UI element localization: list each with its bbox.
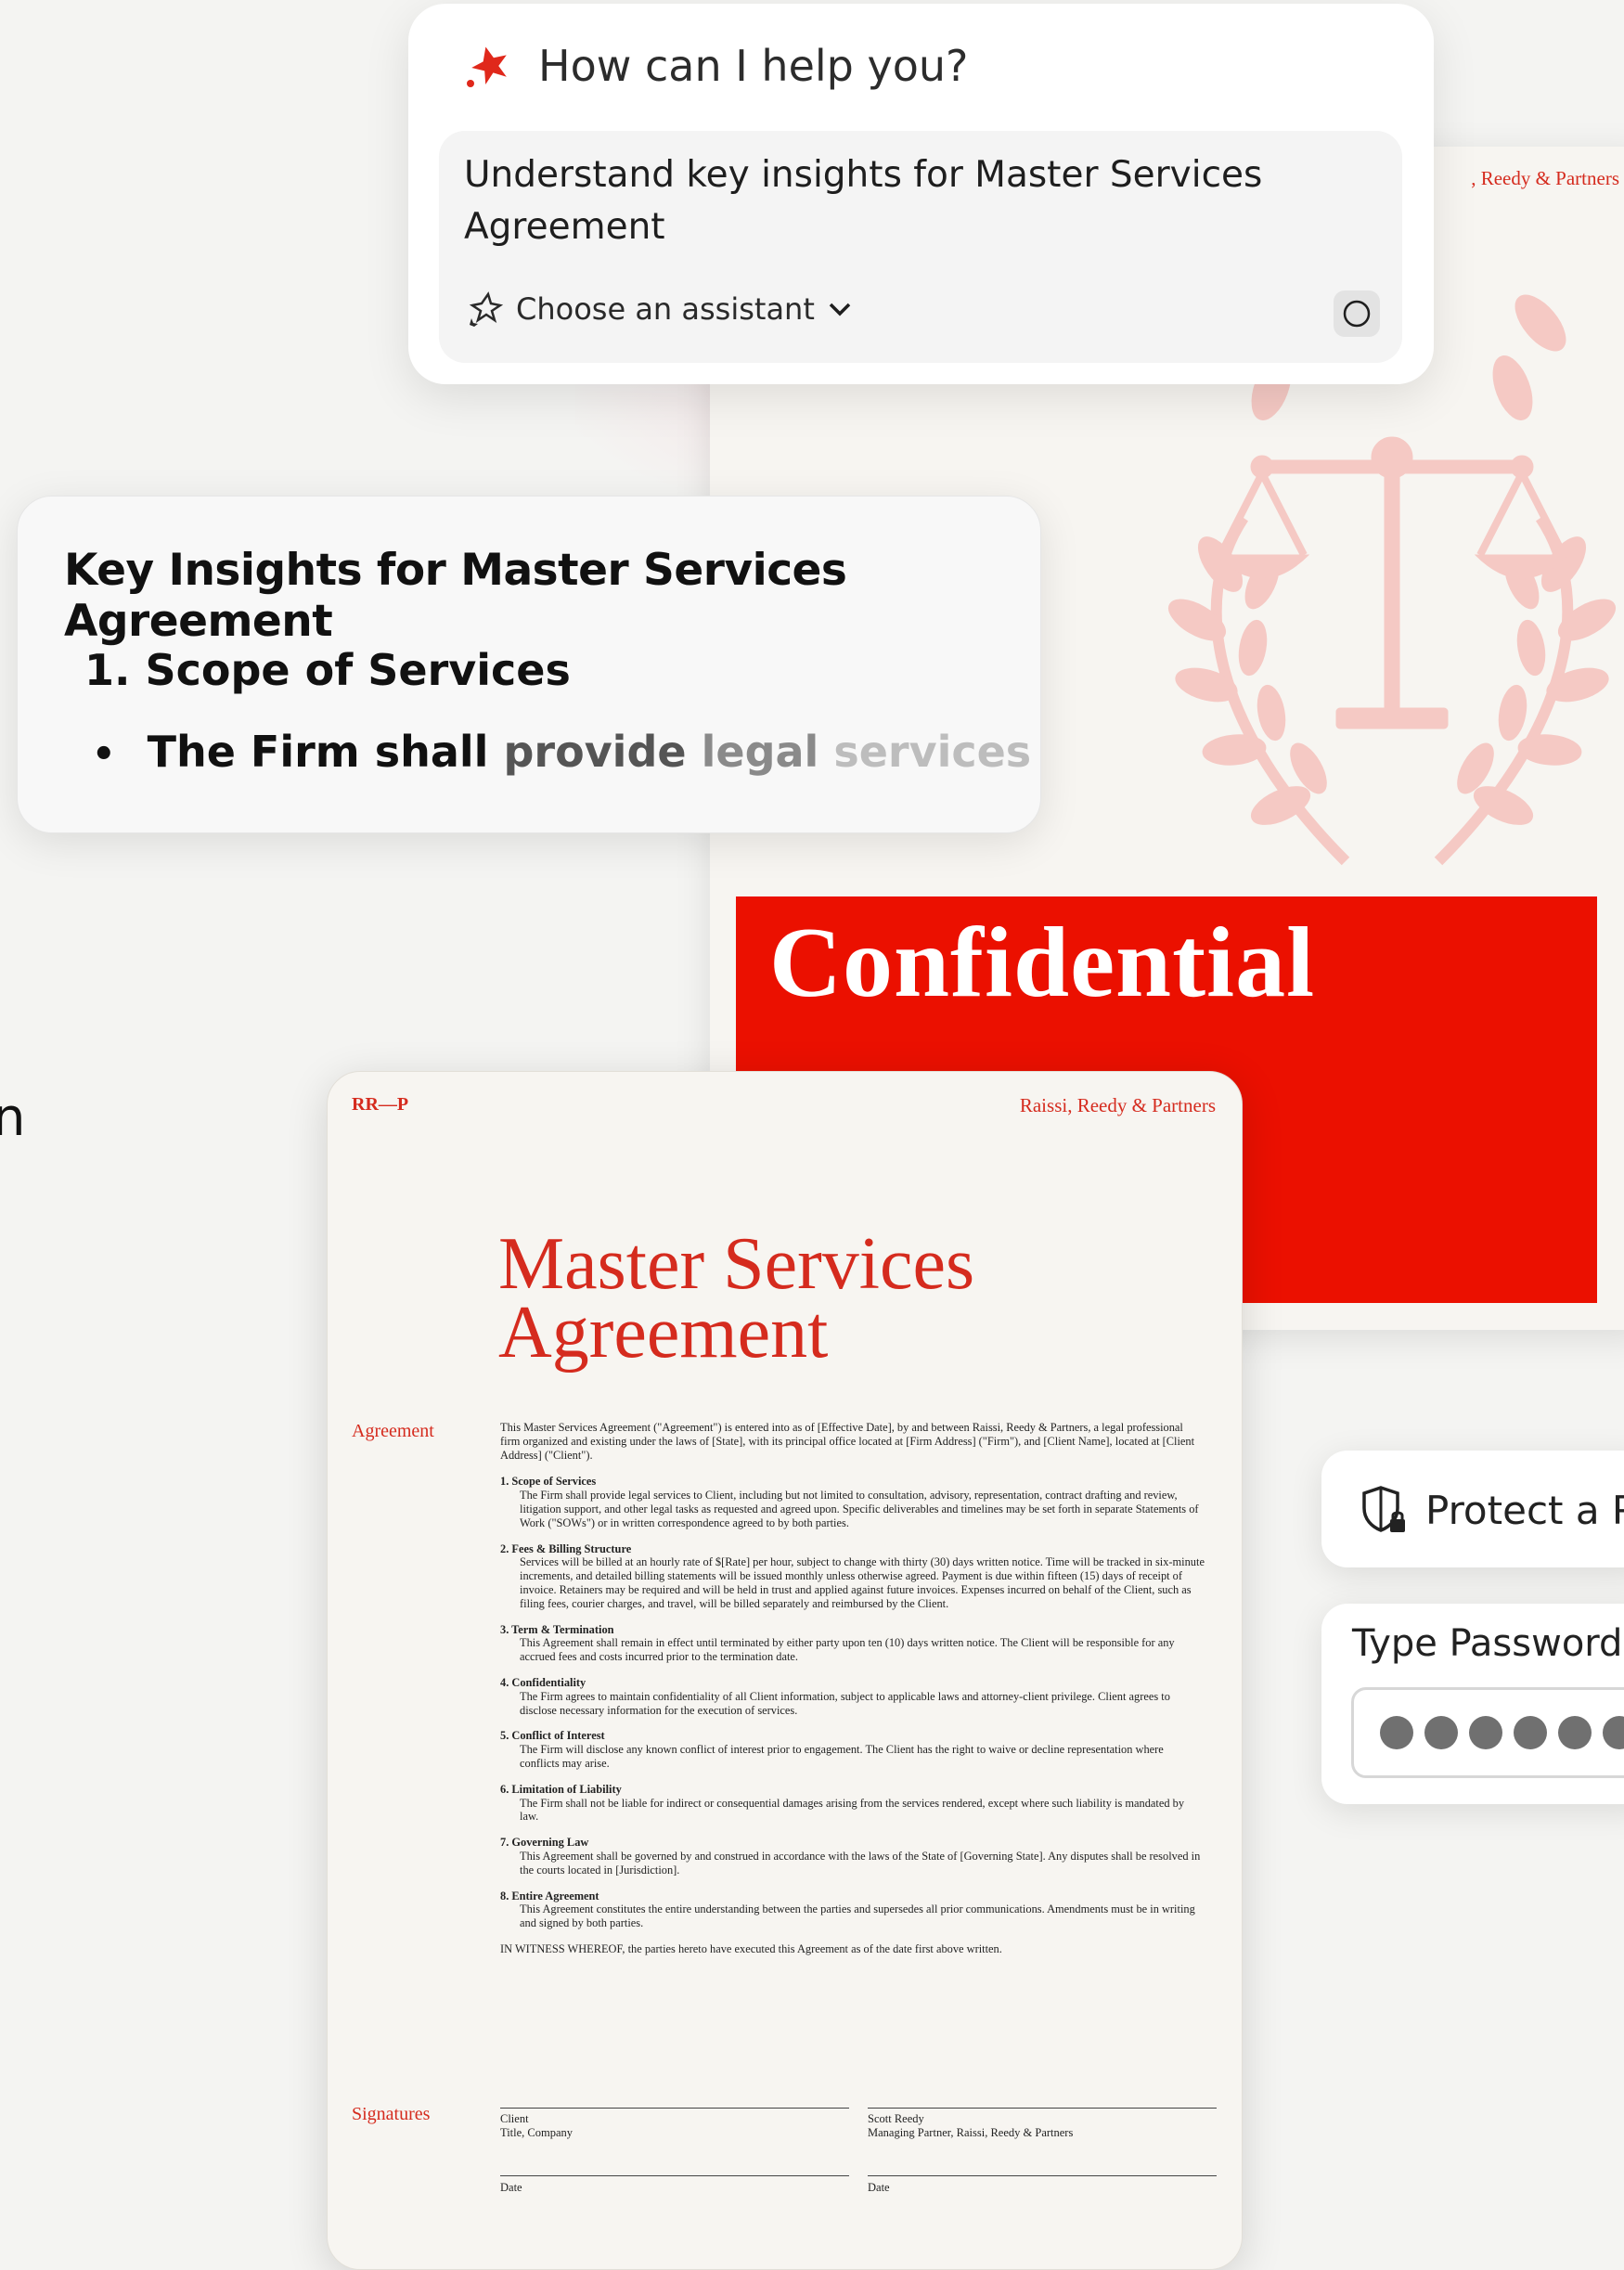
chevron-down-icon (829, 303, 851, 316)
insights-bullet: • The Firm shall provide legal services (92, 727, 1031, 782)
client-signature-line (500, 2108, 849, 2109)
clause: 8. Entire Agreement This Agreement consti… (500, 1889, 1195, 1930)
clipped-text-fragment: n (0, 1088, 26, 1148)
clause: 5. Conflict of Interest The Firm will dis… (500, 1729, 1164, 1770)
password-dot (1424, 1716, 1458, 1749)
firm-date-label: Date (868, 2181, 890, 2194)
password-dot (1469, 1716, 1502, 1749)
protect-pdf-button[interactable]: Protect a P (1321, 1451, 1624, 1567)
circle-icon (1343, 300, 1371, 328)
client-date-label: Date (500, 2181, 522, 2194)
section-label-signatures: Signatures (352, 2104, 431, 2124)
password-dot (1558, 1716, 1592, 1749)
bullet-text: The Firm shall provide legal services (147, 727, 1032, 777)
insights-item: 1. Scope of Services (84, 645, 571, 695)
prompt-title: How can I help you? (538, 41, 969, 91)
password-dot (1380, 1716, 1413, 1749)
agreement-body: This Master Services Agreement ("Agreeme… (500, 1421, 1205, 1969)
clause: 7. Governing Law This Agreement shall be … (500, 1836, 1201, 1877)
assistant-sparkle-icon (469, 291, 503, 327)
password-dot (1514, 1716, 1547, 1749)
firm-signature-line (868, 2108, 1217, 2109)
clause: 2. Fees & Billing Structure Services will… (500, 1541, 1205, 1610)
prompt-query-text[interactable]: Understand key insights for Master Servi… (464, 149, 1281, 253)
password-input[interactable] (1351, 1687, 1624, 1778)
submit-button[interactable] (1334, 290, 1380, 337)
password-mask (1380, 1716, 1624, 1749)
key-insights-card: Key Insights for Master Services Agreeme… (17, 496, 1041, 833)
firm-name: Raissi, Reedy & Partners (1019, 1094, 1216, 1116)
firm-date-line (868, 2175, 1217, 2176)
sparkle-icon (467, 46, 507, 87)
document-title: Master Services Agreement (498, 1223, 975, 1374)
bullet-dot: • (92, 733, 116, 776)
clause: 1. Scope of Services The Firm shall provi… (500, 1475, 1199, 1529)
firm-signature-block: Scott Reedy Managing Partner, Raissi, Re… (868, 2112, 1074, 2139)
agreement-intro: This Master Services Agreement ("Agreeme… (500, 1421, 1195, 1462)
password-label: Type Password (1352, 1622, 1623, 1665)
choose-assistant-dropdown[interactable]: Choose an assistant (464, 290, 852, 328)
password-dot (1603, 1716, 1624, 1749)
protect-row: Protect a P (1360, 1484, 1624, 1536)
witness-statement: IN WITNESS WHEREOF, the parties hereto h… (500, 1941, 1002, 1955)
back-doc-firm-name: , Reedy & Partners (1471, 167, 1619, 189)
clause: 4. Confidentiality The Firm agrees to mai… (500, 1675, 1170, 1717)
firm-monogram: RR—P (352, 1094, 409, 1115)
prompt-input[interactable]: Understand key insights for Master Servi… (439, 131, 1402, 363)
prompt-header: How can I help you? (464, 41, 968, 91)
section-label-agreement: Agreement (352, 1421, 434, 1441)
confidential-label: Confidential (769, 908, 1316, 1018)
choose-assistant-label: Choose an assistant (516, 291, 815, 327)
insights-title: Key Insights for Master Services Agreeme… (64, 545, 847, 647)
client-signature-block: Client Title, Company (500, 2112, 574, 2139)
shield-lock-icon (1362, 1486, 1405, 1532)
ai-prompt-card: How can I help you? Understand key insig… (408, 4, 1434, 384)
password-dialog: Type Password (1321, 1604, 1624, 1804)
client-date-line (500, 2175, 849, 2176)
clause: 3. Term & Termination This Agreement shal… (500, 1622, 1175, 1664)
protect-label: Protect a P (1425, 1487, 1624, 1533)
master-services-agreement-document: RR—P Raissi, Reedy & Partners Master Ser… (327, 1071, 1243, 2270)
clause: 6. Limitation of Liability The Firm shall… (500, 1782, 1185, 1824)
